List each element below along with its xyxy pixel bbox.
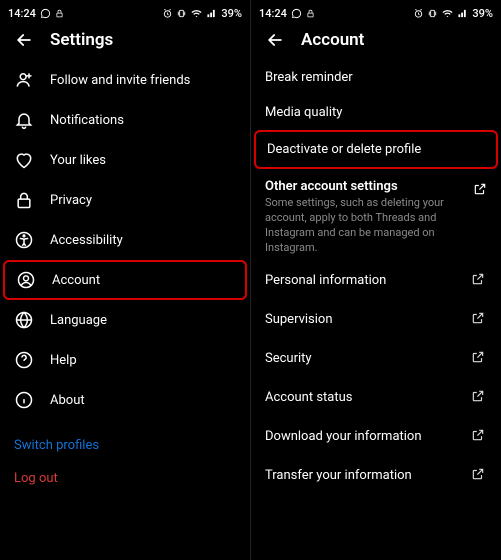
external-link-icon[interactable] xyxy=(473,181,487,200)
account-item-download[interactable]: Download your information xyxy=(251,417,501,456)
log-out-link[interactable]: Log out xyxy=(0,463,250,494)
external-link-icon xyxy=(471,310,487,329)
bell-icon xyxy=(14,110,34,130)
settings-item-account[interactable]: Account xyxy=(3,260,247,300)
help-icon xyxy=(14,350,34,370)
wifi-icon xyxy=(190,8,203,19)
status-time: 14:24 xyxy=(8,7,36,20)
account-item-deactivate[interactable]: Deactivate or delete profile xyxy=(254,130,498,169)
settings-item-label: Follow and invite friends xyxy=(50,73,190,88)
account-item-security[interactable]: Security xyxy=(251,339,501,378)
signal-icon xyxy=(206,8,218,19)
back-arrow-icon[interactable] xyxy=(14,30,34,50)
external-link-icon xyxy=(471,427,487,446)
accessibility-icon xyxy=(14,230,34,250)
account-header: Account xyxy=(251,22,501,60)
account-item-break-reminder[interactable]: Break reminder xyxy=(251,60,501,95)
account-item-label: Media quality xyxy=(265,105,342,120)
account-icon xyxy=(16,270,36,290)
whatsapp-icon xyxy=(291,8,302,19)
external-link-icon xyxy=(471,466,487,485)
vibrate-icon xyxy=(176,8,187,19)
signal-icon xyxy=(457,8,469,19)
settings-screen: 14:24 39% Settings Follow and invite fri… xyxy=(0,0,250,560)
other-account-settings-section: Other account settings Some settings, su… xyxy=(251,169,501,261)
settings-item-notifications[interactable]: Notifications xyxy=(0,100,250,140)
settings-item-likes[interactable]: Your likes xyxy=(0,140,250,180)
settings-item-label: Accessibility xyxy=(50,233,123,248)
settings-item-label: Notifications xyxy=(50,113,124,128)
settings-item-label: Account xyxy=(52,273,100,288)
account-item-label: Transfer your information xyxy=(265,468,412,483)
battery-percent: 39% xyxy=(472,7,493,20)
settings-item-label: Help xyxy=(50,353,77,368)
settings-item-label: Your likes xyxy=(50,153,106,168)
account-item-supervision[interactable]: Supervision xyxy=(251,300,501,339)
account-screen: 14:24 39% Account Break reminder Media q… xyxy=(251,0,501,560)
account-item-label: Personal information xyxy=(265,273,386,288)
lock-icon xyxy=(306,8,315,19)
alarm-icon xyxy=(162,8,173,19)
battery-percent: 39% xyxy=(221,7,242,20)
settings-title: Settings xyxy=(50,30,113,50)
external-link-icon xyxy=(471,271,487,290)
account-item-label: Account status xyxy=(265,390,353,405)
section-title: Other account settings xyxy=(265,179,487,194)
settings-item-label: Language xyxy=(50,313,107,328)
external-link-icon xyxy=(471,388,487,407)
settings-item-language[interactable]: Language xyxy=(0,300,250,340)
person-add-icon xyxy=(14,70,34,90)
account-item-personal-info[interactable]: Personal information xyxy=(251,261,501,300)
alarm-icon xyxy=(413,8,424,19)
wifi-icon xyxy=(441,8,454,19)
account-title: Account xyxy=(301,30,364,50)
globe-icon xyxy=(14,310,34,330)
settings-item-accessibility[interactable]: Accessibility xyxy=(0,220,250,260)
back-arrow-icon[interactable] xyxy=(265,30,285,50)
section-description: Some settings, such as deleting your acc… xyxy=(265,196,487,255)
settings-item-about[interactable]: About xyxy=(0,380,250,420)
info-icon xyxy=(14,390,34,410)
lock-icon xyxy=(55,8,64,19)
account-item-media-quality[interactable]: Media quality xyxy=(251,95,501,130)
settings-item-privacy[interactable]: Privacy xyxy=(0,180,250,220)
settings-item-follow[interactable]: Follow and invite friends xyxy=(0,60,250,100)
account-item-transfer[interactable]: Transfer your information xyxy=(251,456,501,495)
status-bar: 14:24 39% xyxy=(251,0,501,22)
account-item-label: Download your information xyxy=(265,429,422,444)
settings-item-label: Privacy xyxy=(50,193,92,208)
status-bar: 14:24 39% xyxy=(0,0,250,22)
whatsapp-icon xyxy=(40,8,51,19)
account-item-label: Deactivate or delete profile xyxy=(267,142,421,157)
account-item-account-status[interactable]: Account status xyxy=(251,378,501,417)
switch-profiles-link[interactable]: Switch profiles xyxy=(0,428,250,463)
vibrate-icon xyxy=(427,8,438,19)
status-time: 14:24 xyxy=(259,7,287,20)
lock-icon xyxy=(14,190,34,210)
settings-header: Settings xyxy=(0,22,250,60)
account-item-label: Break reminder xyxy=(265,70,353,85)
settings-item-help[interactable]: Help xyxy=(0,340,250,380)
external-link-icon xyxy=(471,349,487,368)
account-item-label: Supervision xyxy=(265,312,333,327)
account-item-label: Security xyxy=(265,351,312,366)
settings-item-label: About xyxy=(50,393,85,408)
heart-icon xyxy=(14,150,34,170)
